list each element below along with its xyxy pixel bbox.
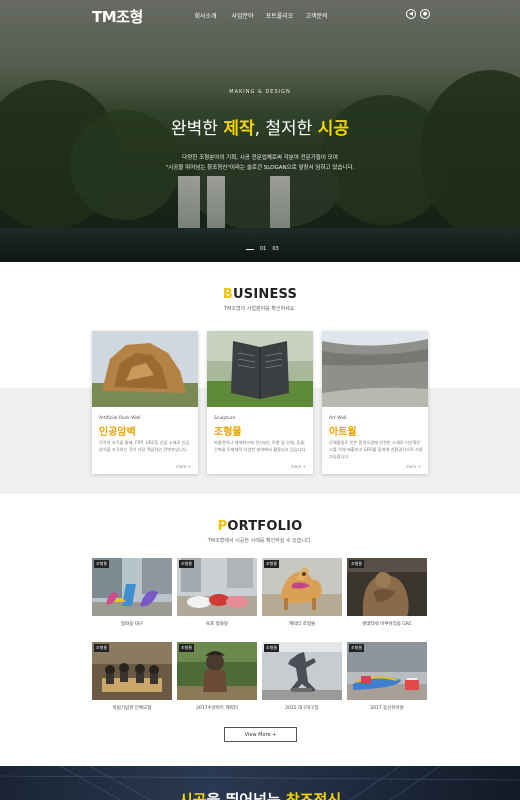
portfolio-item[interactable]: 조형물 2015 대구마구장 [262, 642, 342, 711]
pager-bar[interactable] [246, 248, 254, 250]
menu-item-portfolio[interactable]: 포트폴리오 [261, 11, 298, 20]
top-nav: TM조형 회사소개 사업분야 포트폴리오 고객문의 ◀ ● [0, 0, 520, 30]
portfolio-caption: 2017 동산유아원 [370, 706, 404, 711]
portfolio-caption: 육포 청와랑 [205, 622, 229, 627]
portfolio-item[interactable]: 조형물 2017수성아트 캐릭터 [177, 642, 257, 711]
business-card-rock-wall[interactable]: Artificial Rock Wall 인공암벽 각각의 조각을 통해, FR… [92, 331, 198, 474]
portfolio-caption: 청와용 대구 [120, 622, 144, 627]
portfolio-caption: 캐릭터 조형물 [288, 622, 316, 627]
card-title: 인공암벽 [99, 427, 136, 438]
category-tag: 조형물 [94, 560, 110, 568]
pager-total[interactable]: 03 [272, 246, 278, 252]
card-title: 아트월 [329, 427, 357, 438]
sound-icon[interactable]: ◀ [406, 9, 416, 19]
category-tag: 조형물 [179, 560, 195, 568]
menu-item-contact[interactable]: 고객문의 [298, 11, 335, 20]
portfolio-item[interactable]: 조형물 2017 동산유아원 [347, 642, 427, 711]
logo[interactable]: TM조형 [92, 6, 143, 27]
main-menu: 회사소개 사업분야 포트폴리오 고객문의 [187, 11, 335, 20]
portfolio-caption: 2015 대구마구장 [285, 706, 319, 711]
portfolio-subtitle: TM조형에서 시공한 사례를 확인하실 수 있습니다. [207, 538, 313, 544]
category-tag: 조형물 [94, 644, 110, 652]
more-link[interactable]: more + [406, 464, 421, 469]
more-link[interactable]: more + [176, 464, 191, 469]
category-tag: 조형물 [264, 644, 280, 652]
hero-kicker: MAKING & DESIGN [229, 89, 291, 95]
hero-title: 완벽한 제작, 철저한 시공 [170, 119, 350, 139]
category-tag: 조형물 [349, 560, 365, 568]
card-image [207, 331, 313, 407]
business-card-art-wall[interactable]: Art Wall 아트월 무채몰질로 인한 환경오염에 안전한 소재로 이산화탄… [322, 331, 428, 474]
more-link[interactable]: more + [291, 464, 306, 469]
menu-item-business[interactable]: 사업분야 [224, 11, 261, 20]
business-subtitle: TM조형의 사업분야를 확인하세요. [224, 306, 296, 312]
card-image [322, 331, 428, 407]
menu-item-company[interactable]: 회사소개 [187, 11, 224, 20]
view-more-button[interactable]: View More + [224, 727, 297, 742]
category-tag: 조형물 [264, 560, 280, 568]
slogan-text: 시공을 뛰어넘는 창조정신 [178, 791, 342, 800]
location-icon[interactable]: ● [420, 9, 430, 19]
portfolio-caption: 독립기념관 인체모형 [112, 706, 152, 711]
pager-current[interactable]: 01 [260, 246, 266, 252]
business-title: BUSINESS [222, 287, 298, 302]
slogan-banner: 시공을 뛰어넘는 창조정신 [0, 766, 520, 800]
category-tag: 조형물 [179, 644, 195, 652]
hero-section: TM조형 회사소개 사업분야 포트폴리오 고객문의 ◀ ● MAKING & D… [0, 0, 520, 262]
portfolio-item[interactable]: 조형물 청와용 대구 [92, 558, 172, 627]
page: TM조형 회사소개 사업분야 포트폴리오 고객문의 ◀ ● MAKING & D… [0, 0, 520, 800]
slide-pager: 01 03 [246, 246, 279, 252]
card-image [92, 331, 198, 407]
portfolio-item[interactable]: 조형물 독립기념관 인체모형 [92, 642, 172, 711]
portfolio-item[interactable]: 조형물 육포 청와랑 [177, 558, 257, 627]
business-card-sculpture[interactable]: Sculpture 조형물 박물관이나 테마파크에 전시되는 모형 및 인체, … [207, 331, 313, 474]
portfolio-item[interactable]: 조형물 캐릭터 조형물 [262, 558, 342, 627]
portfolio-title: PORTFOLIO [217, 519, 303, 534]
portfolio-caption: 롯데타워 아쿠아리움 GRC [362, 622, 412, 627]
card-title: 조형물 [214, 427, 242, 438]
category-tag: 조형물 [349, 644, 365, 652]
portfolio-item[interactable]: 조형물 롯데타워 아쿠아리움 GRC [347, 558, 427, 627]
hero-description: 다양한 조형분야의 기획, 시공 전문업체로써 각분야 전문가들이 모여 "시공… [165, 155, 355, 171]
portfolio-caption: 2017수성아트 캐릭터 [196, 706, 238, 711]
